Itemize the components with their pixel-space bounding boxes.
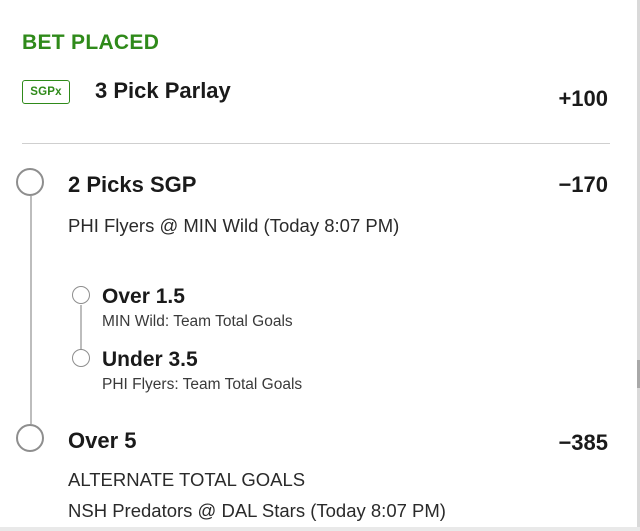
leg-2-game: NSH Predators @ DAL Stars (Today 8:07 PM… [68,500,446,521]
leg-1-game: PHI Flyers @ MIN Wild (Today 8:07 PM) [68,215,400,236]
timeline-line [30,196,32,424]
pick-1-market: MIN Wild: Team Total Goals [102,313,293,330]
leg-1-title: 2 Picks SGP [68,172,197,197]
sgpx-badge-icon: SGPx [22,80,70,104]
leg-1-odds: −170 [558,172,608,197]
parlay-odds: +100 [558,86,608,111]
parlay-title: 3 Pick Parlay [95,78,231,103]
sub-pick-line [80,305,82,351]
leg-2-market: ALTERNATE TOTAL GOALS [68,469,306,490]
pick-2-node-icon [72,349,90,367]
pick-1-title: Over 1.5 [102,285,185,308]
leg-2-node-icon [16,424,44,452]
pick-1-node-icon [72,286,90,304]
leg-1-node-icon [16,168,44,196]
bottom-edge [0,527,640,531]
leg-2-odds: −385 [558,430,608,455]
leg-2-title: Over 5 [68,428,137,453]
bet-status-label: BET PLACED [22,31,160,54]
pick-2-title: Under 3.5 [102,348,198,371]
divider [22,143,610,144]
pick-2-market: PHI Flyers: Team Total Goals [102,376,303,393]
